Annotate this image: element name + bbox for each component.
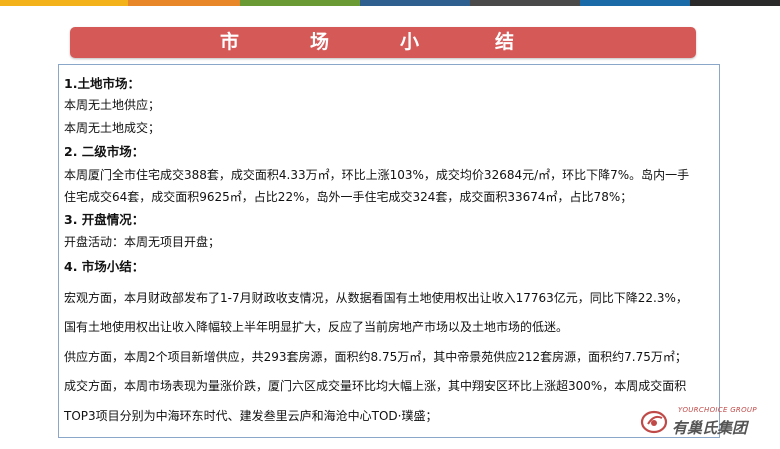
top-color-bar (0, 0, 780, 6)
topbar-segment (470, 0, 580, 6)
logo-name: 有巢氏集团 (672, 419, 748, 437)
topbar-segment (240, 0, 360, 6)
summary-heading: 4. 市场小结： (64, 259, 145, 274)
banner-title-char: 结 (495, 31, 515, 53)
logo-mark-icon (640, 410, 668, 434)
summary-text: 成交方面，本周市场表现为量涨价跌，厦门六区成交量环比均大幅上涨，其中翔安区环比上… (64, 379, 687, 393)
summary-text: 供应方面，本周2个项目新增供应，共293套房源，面积约8.75万㎡，其中帝景苑供… (64, 350, 687, 364)
opening-text: 开盘活动：本周无项目开盘； (64, 235, 221, 249)
topbar-segment (690, 0, 780, 6)
company-logo: YOURCHOICE GROUP 有巢氏集团 (640, 404, 780, 440)
secondary-market-text: 本周厦门全市住宅成交388套，成交面积4.33万㎡，环比上涨103%，成交均价3… (64, 168, 690, 182)
title-banner: 市 场 小 结 (70, 27, 696, 58)
secondary-market-heading: 2. 二级市场： (64, 144, 145, 159)
banner-title-char: 小 (400, 31, 420, 53)
secondary-market-text: 住宅成交64套，成交面积9625㎡，占比22%，岛外一手住宅成交324套，成交面… (64, 190, 633, 204)
summary-text: 宏观方面，本月财政部发布了1-7月财政收支情况，从数据看国有土地使用权出让收入1… (64, 291, 688, 305)
summary-text: TOP3项目分别为中海环东时代、建发叁里云庐和海沧中心TOD·璞盛； (64, 409, 438, 423)
banner-title-char: 市 (220, 31, 240, 53)
land-market-text: 本周无土地成交； (64, 121, 161, 135)
topbar-segment (0, 0, 128, 6)
land-market-heading: 1.土地市场： (64, 76, 140, 91)
topbar-segment (128, 0, 240, 6)
logo-subtitle: YOURCHOICE GROUP (678, 406, 757, 414)
banner-title-char: 场 (310, 31, 330, 53)
topbar-segment (580, 0, 690, 6)
opening-heading: 3. 开盘情况： (64, 212, 145, 227)
summary-text: 国有土地使用权出让收入降幅较上半年明显扩大，反应了当前房地产市场以及土地市场的低… (64, 320, 569, 334)
land-market-text: 本周无土地供应； (64, 98, 161, 112)
topbar-segment (360, 0, 470, 6)
